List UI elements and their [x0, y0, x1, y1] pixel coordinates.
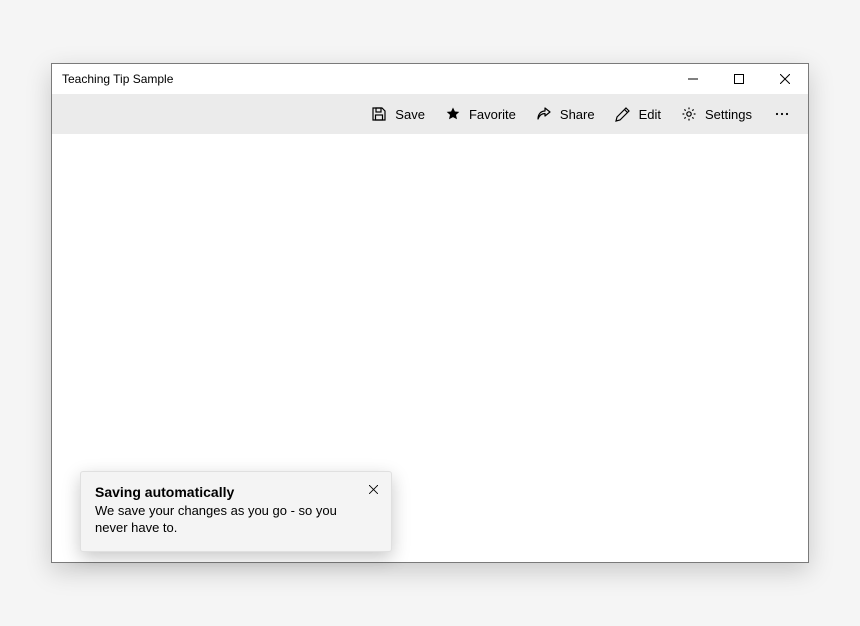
- save-button[interactable]: Save: [361, 96, 435, 132]
- edit-label: Edit: [639, 107, 661, 122]
- close-icon: [369, 485, 378, 494]
- edit-icon: [615, 106, 631, 122]
- content-area: Saving automatically We save your change…: [52, 134, 808, 562]
- share-icon: [536, 106, 552, 122]
- maximize-icon: [734, 74, 744, 84]
- save-label: Save: [395, 107, 425, 122]
- app-window: Teaching Tip Sample Save: [51, 63, 809, 563]
- teaching-tip: Saving automatically We save your change…: [80, 471, 392, 552]
- favorite-label: Favorite: [469, 107, 516, 122]
- teaching-tip-body: We save your changes as you go - so you …: [95, 502, 377, 537]
- close-icon: [780, 74, 790, 84]
- settings-label: Settings: [705, 107, 752, 122]
- window-title: Teaching Tip Sample: [62, 72, 173, 86]
- more-icon: [774, 106, 790, 122]
- edit-button[interactable]: Edit: [605, 96, 671, 132]
- minimize-button[interactable]: [670, 64, 716, 94]
- favorite-button[interactable]: Favorite: [435, 96, 526, 132]
- gear-icon: [681, 106, 697, 122]
- more-button[interactable]: [762, 96, 802, 132]
- star-icon: [445, 106, 461, 122]
- share-button[interactable]: Share: [526, 96, 605, 132]
- command-bar: Save Favorite Share Edit: [52, 94, 808, 134]
- save-icon: [371, 106, 387, 122]
- close-button[interactable]: [762, 64, 808, 94]
- titlebar: Teaching Tip Sample: [52, 64, 808, 94]
- window-controls: [670, 64, 808, 94]
- maximize-button[interactable]: [716, 64, 762, 94]
- settings-button[interactable]: Settings: [671, 96, 762, 132]
- share-label: Share: [560, 107, 595, 122]
- minimize-icon: [688, 74, 698, 84]
- teaching-tip-title: Saving automatically: [95, 484, 377, 500]
- teaching-tip-close-button[interactable]: [363, 480, 383, 500]
